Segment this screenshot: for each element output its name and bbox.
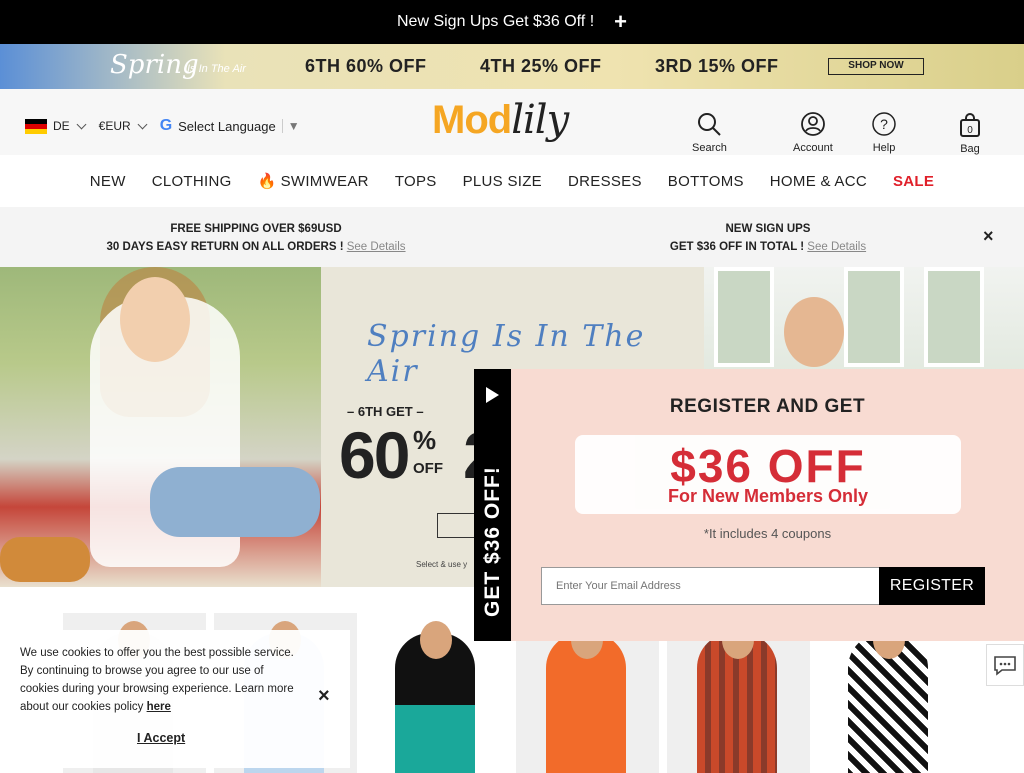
nav-item-new[interactable]: NEW	[90, 173, 126, 190]
register-popup: REGISTER AND GET $36 OFF For New Members…	[511, 369, 1024, 641]
account-label: Account	[793, 142, 833, 154]
see-details-link[interactable]: See Details	[807, 241, 866, 253]
coupon-note: *It includes 4 coupons	[703, 526, 832, 541]
product-model-head	[420, 621, 452, 659]
promo-spring-text: Spring	[110, 50, 199, 80]
announcement-text: New Sign Ups Get $36 Off !	[397, 13, 595, 30]
hero-off: OFF	[413, 460, 443, 477]
language-dropdown-icon[interactable]: ▼	[281, 119, 300, 133]
chevron-down-icon[interactable]	[137, 119, 148, 130]
main-nav: NEW CLOTHING 🔥 SWIMWEAR TOPS PLUS SIZE DR…	[0, 155, 1024, 207]
search-label: Search	[692, 142, 727, 154]
popup-side-tab[interactable]: GET $36 OFF!	[474, 369, 511, 641]
nav-item-bottoms[interactable]: BOTTOMS	[668, 173, 744, 190]
germany-flag-icon	[25, 118, 47, 134]
promo-spring-sub: Is In The Air	[187, 63, 246, 75]
chat-button[interactable]	[986, 644, 1024, 686]
nav-item-tops[interactable]: TOPS	[395, 173, 437, 190]
nav-item-swimwear[interactable]: 🔥 SWIMWEAR	[258, 172, 369, 190]
hero-model-face	[120, 277, 190, 362]
country-selector[interactable]: DE	[53, 119, 70, 133]
cookie-banner: We use cookies to offer you the best pos…	[0, 630, 350, 768]
promo-offer-3: 3RD 15% OFF	[655, 56, 779, 76]
window-pane	[714, 267, 774, 367]
svg-text:?: ?	[880, 116, 888, 132]
site-logo[interactable]: Modlily	[432, 97, 569, 143]
cookie-policy-link[interactable]: here	[147, 701, 171, 713]
google-icon: G	[159, 117, 173, 134]
hero-percent-sign: %	[413, 425, 437, 455]
fire-icon: 🔥	[257, 173, 277, 190]
account-button[interactable]: Account	[793, 112, 833, 154]
promo-banner[interactable]: Spring Is In The Air 6TH 60% OFF 4TH 25%…	[0, 44, 1024, 89]
chat-icon	[994, 656, 1016, 676]
signup-info: NEW SIGN UPS GET $36 OFF IN TOTAL ! See …	[666, 220, 870, 256]
shipping-line: FREE SHIPPING OVER $69USD	[170, 223, 342, 235]
shop-now-button[interactable]: SHOP NOW	[828, 58, 924, 75]
announcement-bar: New Sign Ups Get $36 Off ! +	[0, 0, 1024, 44]
user-icon	[800, 112, 825, 136]
hero-model-jeans	[150, 467, 320, 537]
info-bar: FREE SHIPPING OVER $69USD 30 DAYS EASY R…	[0, 207, 1024, 267]
search-button[interactable]: Search	[692, 112, 727, 154]
nav-item-clothing[interactable]: CLOTHING	[152, 173, 232, 190]
language-select[interactable]: Select Language	[178, 119, 276, 134]
hero-image-left[interactable]	[0, 267, 321, 587]
shipping-info: FREE SHIPPING OVER $69USD 30 DAYS EASY R…	[100, 220, 412, 256]
cookie-accept-button[interactable]: I Accept	[137, 731, 185, 745]
chevron-down-icon[interactable]	[76, 119, 87, 130]
nav-item-swimwear-label: SWIMWEAR	[280, 173, 369, 190]
help-icon: ?	[872, 112, 896, 136]
window-pane	[924, 267, 984, 367]
hero-model-face	[784, 297, 844, 367]
signup-offer-line: GET $36 OFF IN TOTAL !	[669, 241, 805, 253]
coupon-amount: $36 OFF	[670, 440, 866, 492]
nav-item-plus-size[interactable]: PLUS SIZE	[463, 173, 542, 190]
svg-text:0: 0	[967, 125, 973, 136]
bag-label: Bag	[960, 143, 980, 155]
promo-offer-2: 4TH 25% OFF	[480, 56, 602, 76]
search-icon	[698, 113, 722, 136]
hero-bread	[0, 537, 90, 582]
bag-icon: 0	[960, 113, 980, 137]
nav-item-home-acc[interactable]: HOME & ACC	[770, 173, 867, 190]
currency-selector[interactable]: €EUR	[99, 119, 131, 133]
popup-title: REGISTER AND GET	[669, 396, 866, 417]
hero-percent: 60	[339, 418, 410, 492]
window-pane	[844, 267, 904, 367]
expand-announcement-button[interactable]: +	[614, 9, 627, 35]
bag-button[interactable]: 0 Bag	[958, 113, 982, 155]
play-icon[interactable]	[486, 387, 499, 403]
help-button[interactable]: ? Help	[872, 112, 896, 154]
promo-offer-1: 6TH 60% OFF	[305, 56, 427, 76]
popup-tab-text: GET $36 OFF!	[481, 466, 504, 617]
nav-item-sale[interactable]: SALE	[893, 173, 934, 190]
email-field[interactable]	[541, 567, 880, 605]
returns-line: 30 DAYS EASY RETURN ON ALL ORDERS !	[106, 241, 344, 253]
nav-item-dresses[interactable]: DRESSES	[568, 173, 642, 190]
register-button[interactable]: REGISTER	[879, 567, 985, 605]
close-info-bar-button[interactable]: ×	[983, 226, 994, 247]
cookie-close-button[interactable]: ×	[318, 685, 330, 708]
logo-mod: Mod	[432, 98, 512, 142]
help-label: Help	[872, 142, 896, 154]
site-header: DE €EUR G Select Language ▼ Modlily Sear…	[0, 89, 1024, 155]
coupon-members-text: For New Members Only	[667, 486, 869, 506]
coupon-card: $36 OFF For New Members Only	[575, 435, 961, 514]
logo-lily: lily	[511, 97, 569, 143]
cookie-text-block: We use cookies to offer you the best pos…	[20, 644, 300, 716]
signup-line: NEW SIGN UPS	[725, 223, 811, 235]
hero-select-text: Select & use y	[416, 560, 468, 569]
see-details-link[interactable]: See Details	[347, 241, 406, 253]
